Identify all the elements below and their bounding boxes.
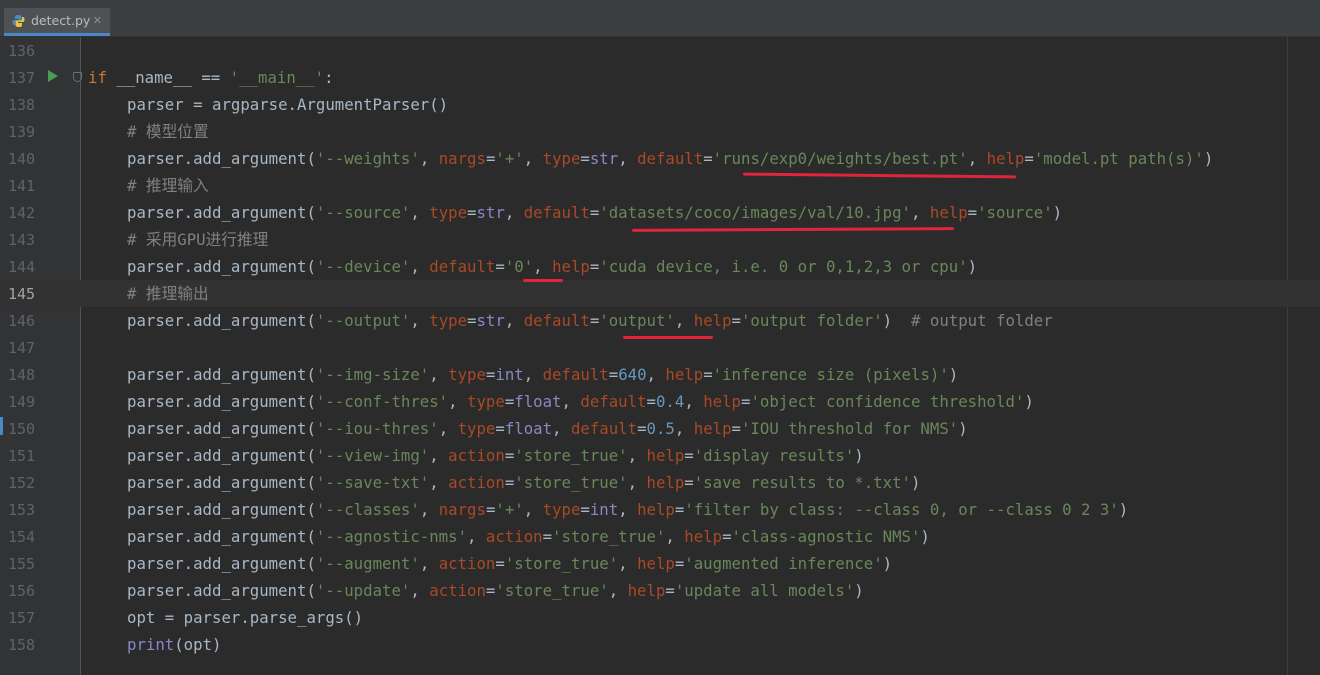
code-line: 144 parser.add_argument('--device', defa…: [0, 253, 1320, 280]
code-text: parser.add_argument('--source', type=str…: [127, 203, 1063, 222]
tab-detect-py[interactable]: detect.py ✕: [4, 8, 110, 36]
code-text: parser.add_argument('--weights', nargs='…: [127, 149, 1214, 168]
run-icon[interactable]: [48, 70, 58, 82]
code-comment: # 推理输入: [127, 176, 209, 195]
python-file-icon: [12, 14, 25, 28]
code-line: 146 parser.add_argument('--output', type…: [0, 307, 1320, 334]
code-line: 158 print(opt): [0, 631, 1320, 658]
code-line: 153 parser.add_argument('--classes', nar…: [0, 496, 1320, 523]
code-text: parser.add_argument('--conf-thres', type…: [127, 392, 1034, 411]
editor-tab-bar: detect.py ✕: [0, 0, 1320, 37]
code-comment: # 推理输出: [127, 284, 209, 303]
line-number: 156: [8, 582, 36, 600]
code-line: 152 parser.add_argument('--save-txt', ac…: [0, 469, 1320, 496]
code-text: print(opt): [127, 635, 222, 654]
code-text: parser.add_argument('--classes', nargs='…: [127, 500, 1129, 519]
code-text: parser.add_argument('--view-img', action…: [127, 446, 864, 465]
code-line: 151 parser.add_argument('--view-img', ac…: [0, 442, 1320, 469]
code-line: 155 parser.add_argument('--augment', act…: [0, 550, 1320, 577]
code-line: 150 parser.add_argument('--iou-thres', t…: [0, 415, 1320, 442]
line-number: 138: [8, 96, 36, 114]
annotation-underline-output: [623, 336, 713, 339]
code-line: 157 opt = parser.parse_args(): [0, 604, 1320, 631]
line-number: 139: [8, 123, 36, 141]
code-line: 138 parser = argparse.ArgumentParser(): [0, 91, 1320, 118]
code-text: if __name__ == '__main__':: [88, 68, 334, 87]
code-line: 142 parser.add_argument('--source', type…: [0, 199, 1320, 226]
line-number: 150: [8, 420, 36, 438]
code-line: 140 parser.add_argument('--weights', nar…: [0, 145, 1320, 172]
code-line: 139 # 模型位置: [0, 118, 1320, 145]
line-number: 140: [8, 150, 36, 168]
line-number: 143: [8, 231, 36, 249]
line-number: 144: [8, 258, 36, 276]
line-number: 136: [8, 42, 36, 60]
line-number: 151: [8, 447, 36, 465]
line-number: 141: [8, 177, 36, 195]
line-number: 146: [8, 312, 36, 330]
code-text: parser = argparse.ArgumentParser(): [127, 95, 449, 114]
code-text: parser.add_argument('--img-size', type=i…: [127, 365, 959, 384]
current-code-line: 145 # 推理输出: [0, 280, 1320, 307]
code-line: 141 # 推理输入: [0, 172, 1320, 199]
line-number: 157: [8, 609, 36, 627]
line-number: 154: [8, 528, 36, 546]
line-number: 147: [8, 339, 36, 357]
code-text: parser.add_argument('--save-txt', action…: [127, 473, 921, 492]
code-line: 148 parser.add_argument('--img-size', ty…: [0, 361, 1320, 388]
tab-filename: detect.py: [31, 13, 91, 28]
line-number: 148: [8, 366, 36, 384]
code-editor[interactable]: 136 137 if __name__ == '__main__': 138 p…: [0, 37, 1320, 675]
code-line: 154 parser.add_argument('--agnostic-nms'…: [0, 523, 1320, 550]
line-number: 155: [8, 555, 36, 573]
line-number: 158: [8, 636, 36, 654]
line-number: 142: [8, 204, 36, 222]
code-line: 156 parser.add_argument('--update', acti…: [0, 577, 1320, 604]
code-text: parser.add_argument('--update', action='…: [127, 581, 864, 600]
code-text: opt = parser.parse_args(): [127, 608, 364, 627]
line-number: 149: [8, 393, 36, 411]
code-text: parser.add_argument('--augment', action=…: [127, 554, 893, 573]
code-line: 136: [0, 37, 1320, 64]
line-number: 137: [8, 69, 36, 87]
code-line: 149 parser.add_argument('--conf-thres', …: [0, 388, 1320, 415]
fold-icon[interactable]: [73, 72, 82, 82]
annotation-underline-device: [523, 279, 563, 282]
code-text: parser.add_argument('--device', default=…: [127, 257, 978, 276]
code-text: parser.add_argument('--agnostic-nms', ac…: [127, 527, 930, 546]
line-number: 152: [8, 474, 36, 492]
line-number: 153: [8, 501, 36, 519]
code-comment: # 模型位置: [127, 122, 209, 141]
line-number: 145: [8, 285, 36, 303]
code-comment: # 采用GPU进行推理: [127, 230, 269, 249]
code-text: parser.add_argument('--output', type=str…: [127, 311, 1053, 330]
tab-close-icon[interactable]: ✕: [93, 14, 102, 27]
code-line: 137 if __name__ == '__main__':: [0, 64, 1320, 91]
code-text: parser.add_argument('--iou-thres', type=…: [127, 419, 968, 438]
